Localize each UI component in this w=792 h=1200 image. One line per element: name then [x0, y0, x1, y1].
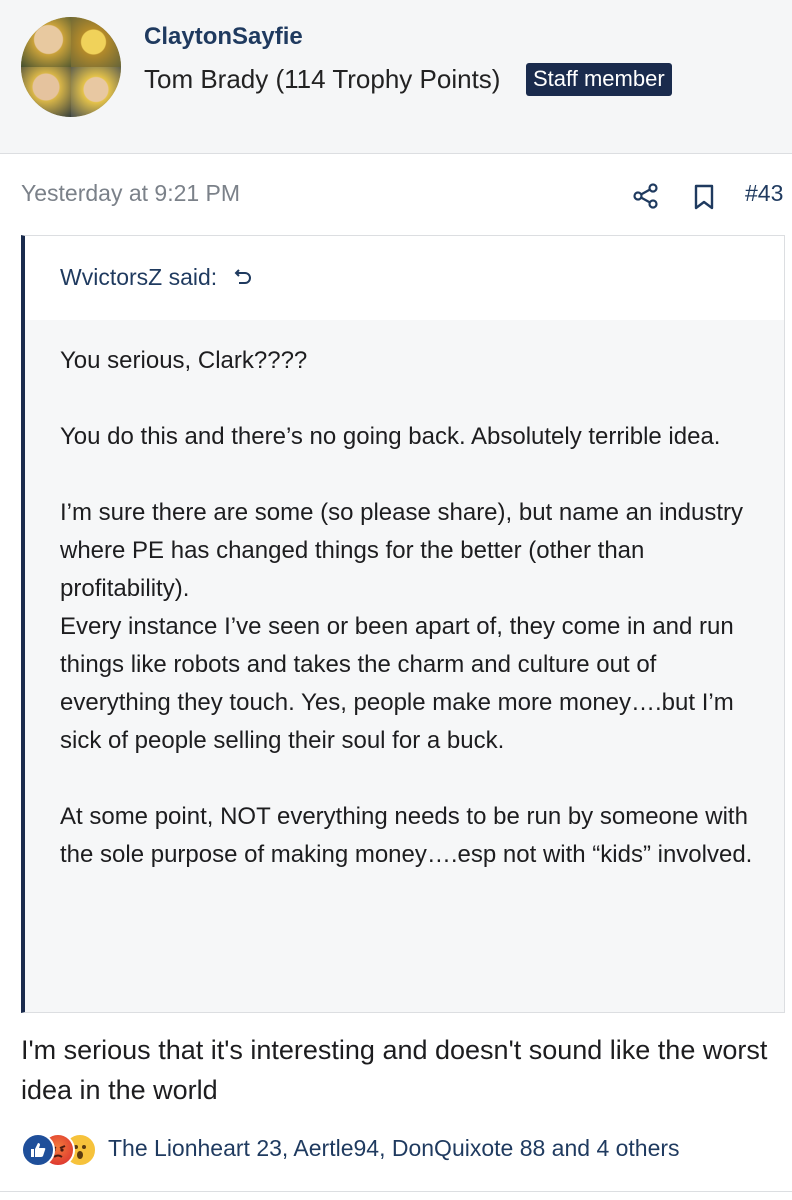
avatar[interactable]	[21, 17, 121, 117]
staff-badge: Staff member	[526, 63, 672, 96]
quote-paragraph: At some point, NOT everything needs to b…	[60, 803, 753, 868]
quote-body: You serious, Clark???? You do this and t…	[60, 342, 760, 912]
quote-paragraph: You serious, Clark????	[60, 347, 308, 374]
post-body: I'm serious that it's interesting and do…	[21, 1035, 768, 1105]
user-title: Tom Brady (114 Trophy Points)	[144, 64, 501, 94]
reaction-users-link[interactable]: The Lionheart 23, Aertle94, DonQuixote 8…	[108, 1135, 680, 1162]
post-timestamp[interactable]: Yesterday at 9:21 PM	[21, 180, 240, 207]
post-author-header: ClaytonSayfie Tom Brady (114 Trophy Poin…	[0, 0, 792, 154]
like-icon	[21, 1133, 55, 1167]
username-link[interactable]: ClaytonSayfie	[144, 23, 303, 51]
share-icon[interactable]	[633, 183, 659, 209]
jump-to-quote-icon[interactable]	[234, 267, 254, 287]
quote-author-link[interactable]: WvictorsZ said:	[60, 264, 217, 291]
quote-paragraph: You do this and there’s no going back. A…	[60, 423, 721, 450]
post-number-link[interactable]: #43	[745, 180, 783, 207]
divider	[0, 1191, 792, 1192]
quote-block: WvictorsZ said: You serious, Clark???? Y…	[21, 235, 785, 1013]
reaction-icons[interactable]	[21, 1133, 101, 1167]
quote-paragraph: I’m sure there are some (so please share…	[60, 499, 743, 754]
bookmark-icon[interactable]	[693, 184, 715, 210]
quote-header: WvictorsZ said:	[25, 236, 784, 320]
